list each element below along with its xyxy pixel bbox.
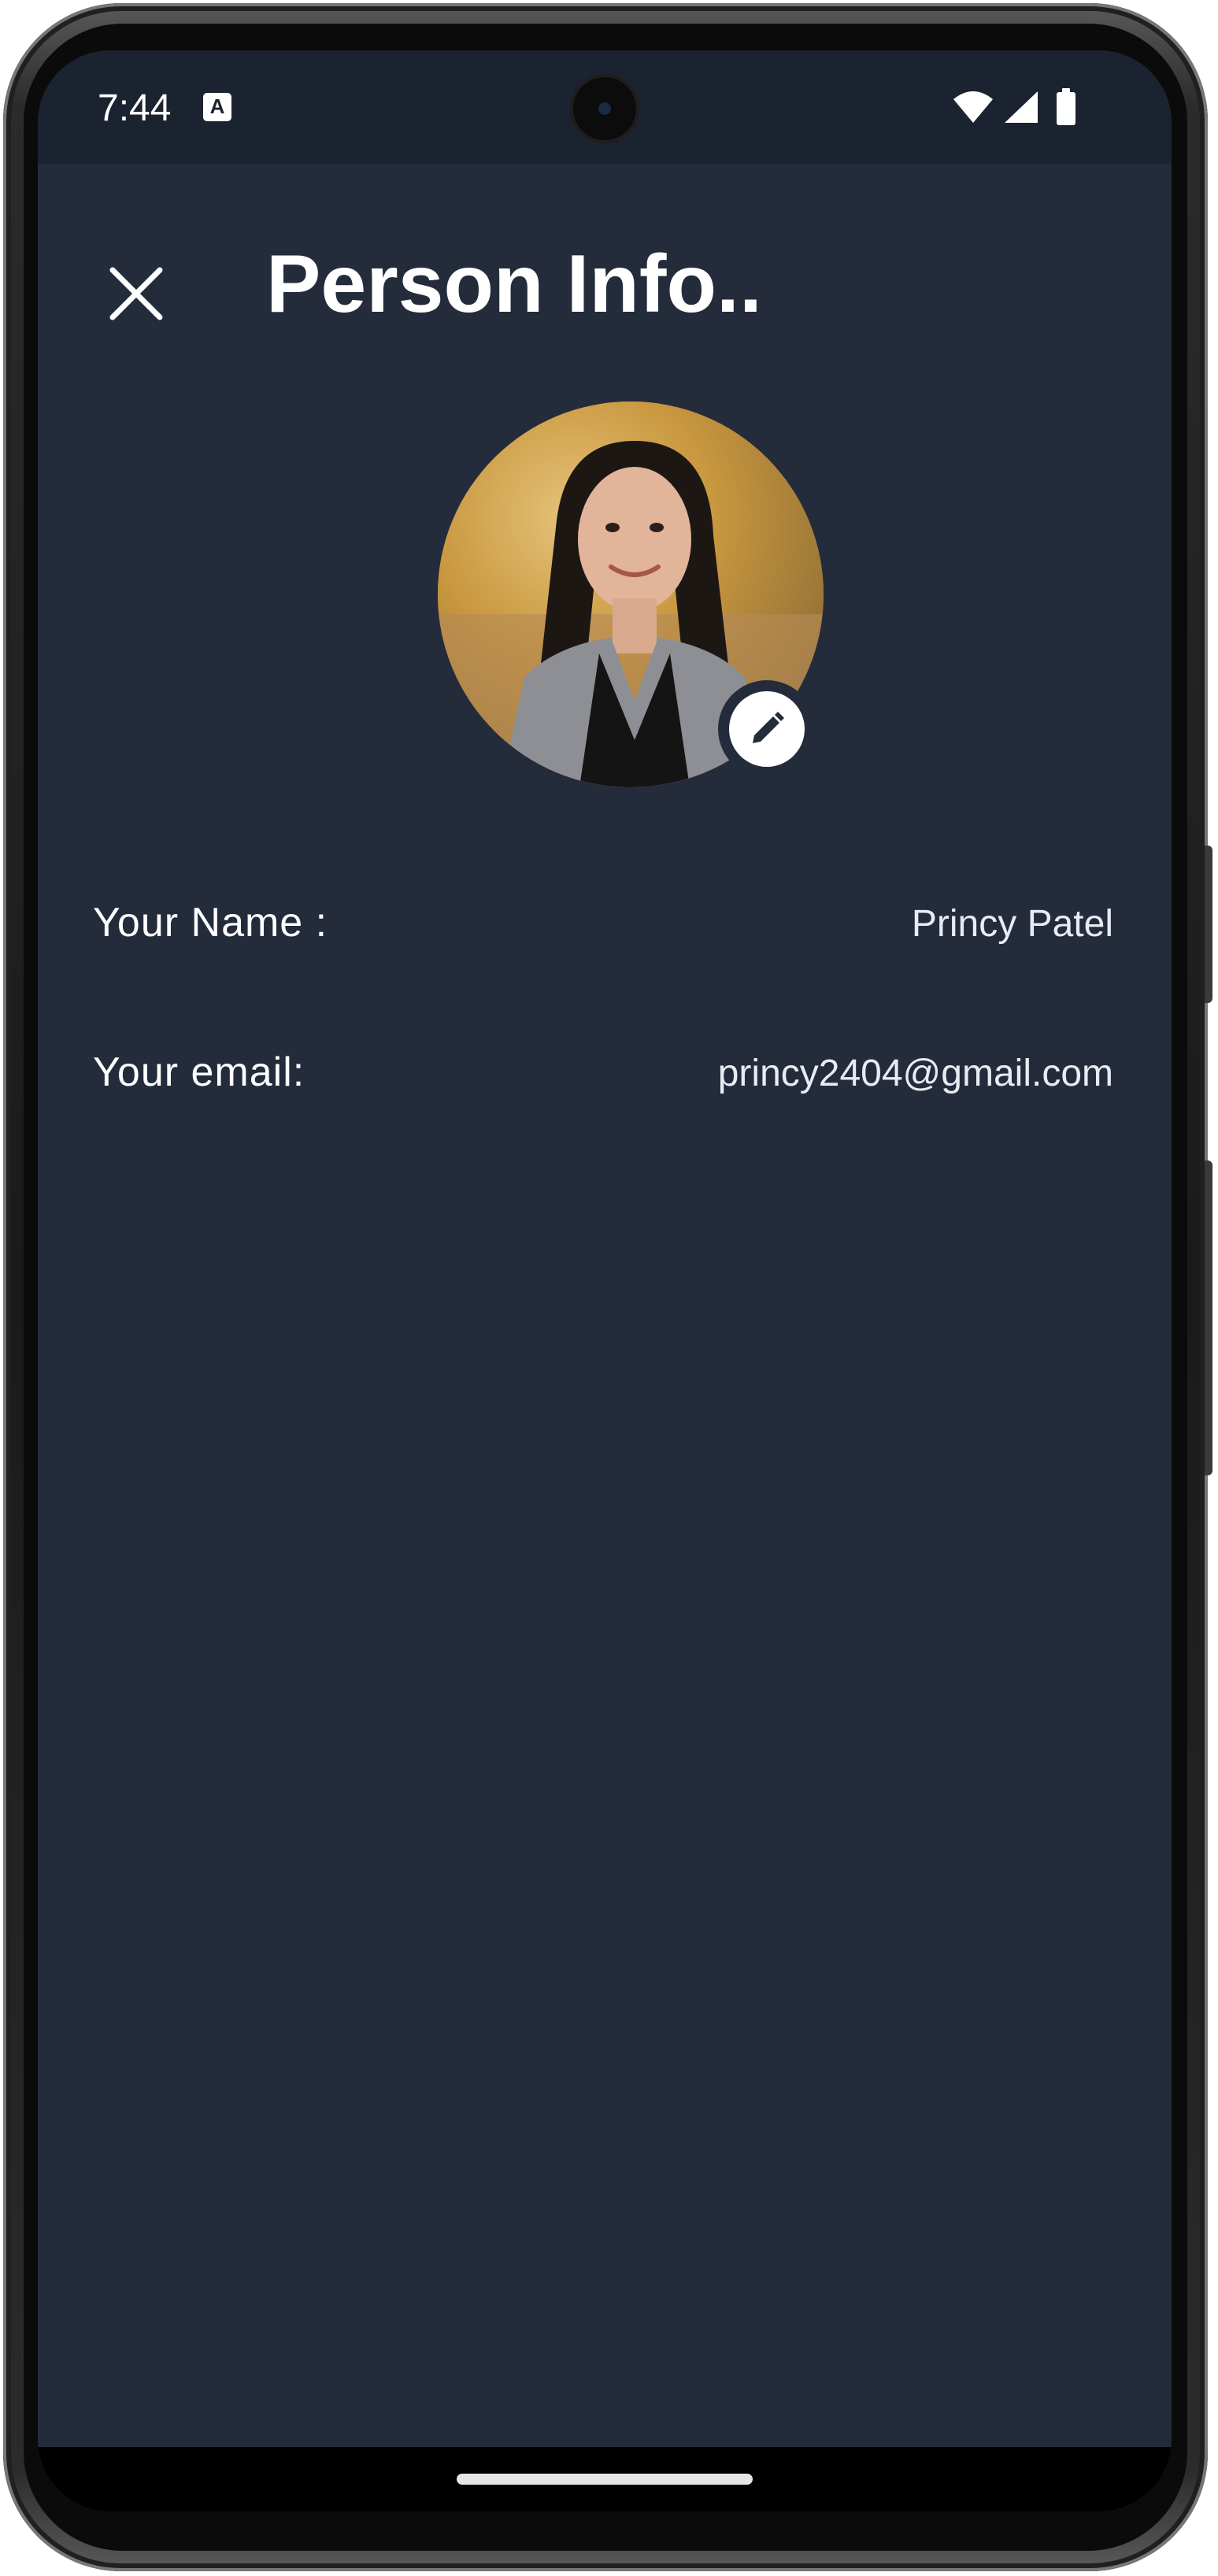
edit-photo-button[interactable] [718,680,816,778]
email-label: Your email: [93,1049,305,1095]
volume-button [1205,1160,1212,1475]
email-value: princy2404@gmail.com [717,1053,1113,1094]
name-label: Your Name : [93,900,328,946]
home-indicator[interactable] [457,2474,753,2485]
power-button [1205,846,1212,1003]
navigation-bar [38,2447,1172,2511]
name-row: Your Name : Princy Patel [93,899,1113,962]
pencil-icon [753,712,784,743]
close-button[interactable] [93,250,180,337]
phone-screen: 7:44 A Person Info.. Your Name: Princy … [38,50,1172,2511]
close-icon [109,267,163,320]
app-bar: Person Info.. [38,50,1172,330]
edit-photo-circle [729,691,805,767]
email-row: Your email: princy2404@gmail.com [93,1049,1113,1112]
page-title: Person Info.. [266,239,762,330]
avatar-container [438,402,824,787]
name-value: Princy Patel [911,903,1113,945]
